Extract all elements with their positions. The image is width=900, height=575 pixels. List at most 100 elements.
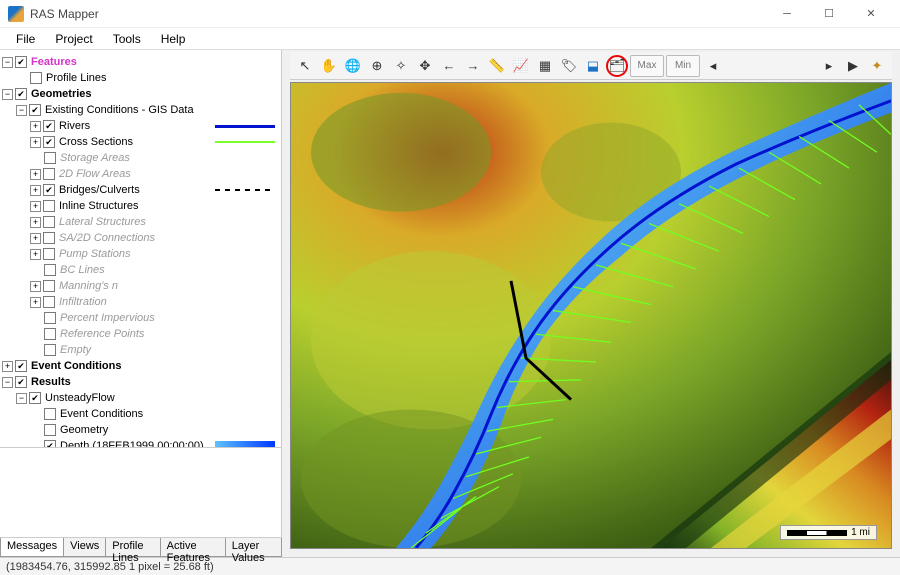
- tree-pctimp[interactable]: Percent Impervious: [60, 310, 155, 326]
- layer-icon[interactable]: ⬓: [582, 55, 604, 77]
- plot-icon[interactable]: 📈: [510, 55, 532, 77]
- tree-event-cond-r[interactable]: Event Conditions: [60, 406, 143, 422]
- tab-profile-lines[interactable]: Profile Lines: [105, 538, 160, 557]
- tree-geometries[interactable]: Geometries: [31, 86, 92, 102]
- tab-active-features[interactable]: Active Features: [160, 538, 226, 557]
- forward-icon[interactable]: →: [462, 55, 484, 77]
- collapse-icon[interactable]: −: [16, 393, 27, 404]
- tree-infilt[interactable]: Infiltration: [59, 294, 107, 310]
- max-button[interactable]: Max: [630, 55, 664, 77]
- expand-icon[interactable]: +: [30, 185, 41, 196]
- zoom-extent-icon[interactable]: ✥: [414, 55, 436, 77]
- settings-icon[interactable]: ✦: [866, 55, 888, 77]
- checkbox[interactable]: [43, 248, 55, 260]
- checkbox[interactable]: [15, 360, 27, 372]
- grid-icon[interactable]: ▦: [534, 55, 556, 77]
- pointer-icon[interactable]: ↖: [294, 55, 316, 77]
- expand-icon[interactable]: +: [30, 281, 41, 292]
- checkbox[interactable]: [43, 296, 55, 308]
- min-button[interactable]: Min: [666, 55, 700, 77]
- expand-icon[interactable]: +: [30, 297, 41, 308]
- checkbox[interactable]: [43, 120, 55, 132]
- checkbox[interactable]: [15, 56, 27, 68]
- checkbox[interactable]: [43, 280, 55, 292]
- checkbox[interactable]: [29, 392, 41, 404]
- checkbox[interactable]: [29, 104, 41, 116]
- tree-2d[interactable]: 2D Flow Areas: [59, 166, 131, 182]
- measure-icon[interactable]: 📏: [486, 55, 508, 77]
- tree-bc[interactable]: BC Lines: [60, 262, 105, 278]
- checkbox[interactable]: [43, 200, 55, 212]
- tree-mannings[interactable]: Manning's n: [59, 278, 118, 294]
- tree-empty[interactable]: Empty: [60, 342, 91, 358]
- tree-depth[interactable]: Depth (18FEB1999 00:00:00): [60, 438, 204, 447]
- checkbox[interactable]: [43, 136, 55, 148]
- expand-icon[interactable]: +: [30, 201, 41, 212]
- expand-icon[interactable]: +: [30, 137, 41, 148]
- pan-icon[interactable]: ✋: [318, 55, 340, 77]
- checkbox[interactable]: [44, 440, 56, 447]
- globe-icon[interactable]: 🌐: [342, 55, 364, 77]
- menu-file[interactable]: File: [6, 30, 45, 48]
- checkbox[interactable]: [15, 88, 27, 100]
- tree-inline[interactable]: Inline Structures: [59, 198, 138, 214]
- menu-help[interactable]: Help: [151, 30, 196, 48]
- collapse-icon[interactable]: −: [2, 57, 13, 68]
- tree-pump[interactable]: Pump Stations: [59, 246, 131, 262]
- tree-bridges[interactable]: Bridges/Culverts: [59, 182, 140, 198]
- tree-geometry-r[interactable]: Geometry: [60, 422, 108, 438]
- checkbox[interactable]: [44, 344, 56, 356]
- expand-icon[interactable]: +: [30, 121, 41, 132]
- tree-results[interactable]: Results: [31, 374, 71, 390]
- features-button[interactable]: 🗂: [606, 55, 628, 77]
- tree-features[interactable]: Features: [31, 54, 77, 70]
- tree-rivers[interactable]: Rivers: [59, 118, 90, 134]
- checkbox[interactable]: [43, 216, 55, 228]
- tree-event-conditions[interactable]: Event Conditions: [31, 358, 121, 374]
- tree-unsteadyflow[interactable]: UnsteadyFlow: [45, 390, 115, 406]
- tab-messages[interactable]: Messages: [0, 538, 64, 557]
- checkbox[interactable]: [43, 168, 55, 180]
- expand-icon[interactable]: +: [30, 249, 41, 260]
- checkbox[interactable]: [43, 232, 55, 244]
- step-back-icon[interactable]: ◂: [702, 55, 724, 77]
- tree-sa2d[interactable]: SA/2D Connections: [59, 230, 155, 246]
- play-icon[interactable]: ▶: [842, 55, 864, 77]
- tree-profile-lines[interactable]: Profile Lines: [46, 70, 107, 86]
- step-fwd-icon[interactable]: ▸: [818, 55, 840, 77]
- checkbox[interactable]: [15, 376, 27, 388]
- zoom-in-icon[interactable]: ⊕: [366, 55, 388, 77]
- checkbox[interactable]: [43, 184, 55, 196]
- minimize-button[interactable]: ─: [766, 0, 808, 28]
- map-view[interactable]: 1 mi: [290, 82, 892, 549]
- collapse-icon[interactable]: −: [2, 89, 13, 100]
- collapse-icon[interactable]: −: [2, 377, 13, 388]
- tree-cross-sections[interactable]: Cross Sections: [59, 134, 133, 150]
- checkbox[interactable]: [44, 152, 56, 164]
- checkbox[interactable]: [44, 264, 56, 276]
- expand-icon[interactable]: +: [30, 233, 41, 244]
- collapse-icon[interactable]: −: [16, 105, 27, 116]
- checkbox[interactable]: [44, 424, 56, 436]
- expand-icon[interactable]: +: [30, 169, 41, 180]
- tree-storage[interactable]: Storage Areas: [60, 150, 130, 166]
- back-icon[interactable]: ←: [438, 55, 460, 77]
- expand-icon[interactable]: +: [2, 361, 13, 372]
- zoom-prev-icon[interactable]: ✧: [390, 55, 412, 77]
- checkbox[interactable]: [44, 312, 56, 324]
- menu-tools[interactable]: Tools: [103, 30, 151, 48]
- tag-icon[interactable]: 🏷: [558, 55, 580, 77]
- tree-refpoints[interactable]: Reference Points: [60, 326, 144, 342]
- expand-icon[interactable]: +: [30, 217, 41, 228]
- checkbox[interactable]: [30, 72, 42, 84]
- checkbox[interactable]: [44, 408, 56, 420]
- tab-views[interactable]: Views: [63, 538, 106, 557]
- tree-lateral[interactable]: Lateral Structures: [59, 214, 146, 230]
- tab-layer-values[interactable]: Layer Values: [225, 538, 282, 557]
- menu-project[interactable]: Project: [45, 30, 102, 48]
- maximize-button[interactable]: ☐: [808, 0, 850, 28]
- close-button[interactable]: ✕: [850, 0, 892, 28]
- layer-tree[interactable]: −Features Profile Lines −Geometries −Exi…: [0, 50, 281, 447]
- checkbox[interactable]: [44, 328, 56, 340]
- tree-existing-conditions[interactable]: Existing Conditions - GIS Data: [45, 102, 194, 118]
